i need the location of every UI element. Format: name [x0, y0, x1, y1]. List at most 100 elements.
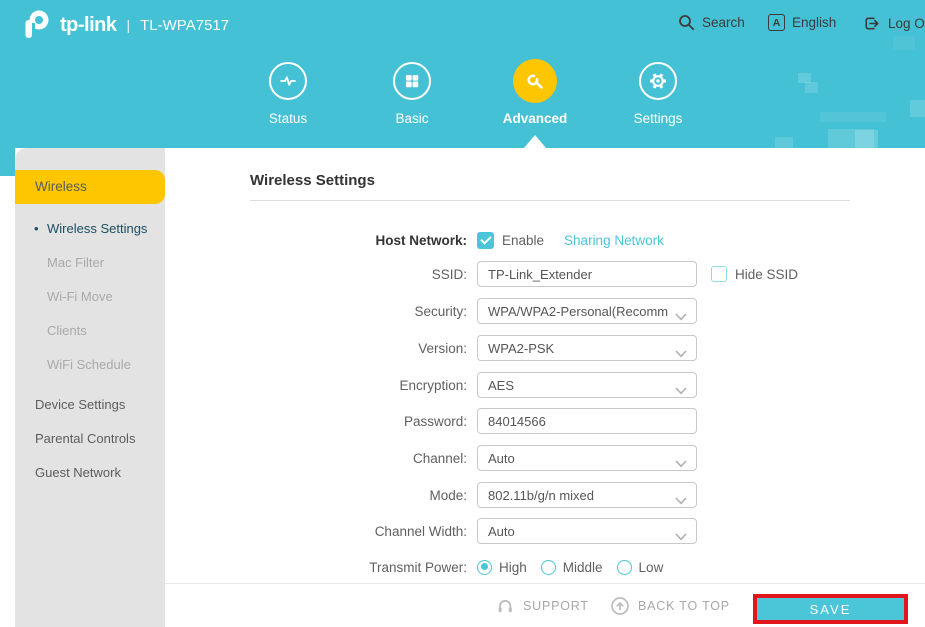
language-button[interactable]: A English	[768, 14, 836, 31]
enable-label: Enable	[502, 233, 544, 248]
chevron-down-icon	[675, 382, 687, 400]
footer-bar: SUPPORT BACK TO TOP SAVE	[165, 583, 925, 627]
channel-width-select[interactable]: Auto	[477, 518, 697, 544]
version-label: Version:	[165, 341, 467, 356]
transmit-power-middle-radio[interactable]	[541, 560, 556, 575]
ssid-row: SSID: Hide SSID	[165, 261, 798, 287]
deco-square	[820, 112, 886, 122]
deco-square	[893, 36, 915, 50]
sharing-network-link[interactable]: Sharing Network	[564, 233, 664, 248]
transmit-power-high-label: High	[499, 560, 527, 575]
encryption-select[interactable]: AES	[477, 372, 697, 398]
tab-settings-label: Settings	[598, 111, 718, 126]
tab-settings[interactable]: Settings	[598, 58, 718, 130]
logout-button[interactable]: Log Out	[862, 14, 925, 33]
brand-separator: |	[125, 17, 133, 33]
sidebar-item-clients[interactable]: Clients	[15, 314, 165, 348]
enable-checkbox[interactable]	[477, 232, 494, 249]
sidebar: Wireless Wireless Settings Mac Filter Wi…	[15, 148, 165, 627]
search-button[interactable]: Search	[678, 14, 745, 31]
security-select[interactable]: WPA/WPA2-Personal(Recomm	[477, 298, 697, 324]
password-input[interactable]	[477, 408, 697, 434]
version-row: Version: WPA2-PSK	[165, 335, 697, 361]
tab-advanced-label: Advanced	[475, 111, 595, 126]
sidebar-section-device-settings[interactable]: Device Settings	[15, 388, 165, 422]
back-to-top-button[interactable]: BACK TO TOP	[610, 584, 730, 627]
host-network-label: Host Network:	[165, 233, 467, 248]
transmit-power-middle-label: Middle	[563, 560, 603, 575]
chevron-down-icon	[675, 528, 687, 546]
gear-icon	[639, 62, 677, 100]
channel-width-row: Channel Width: Auto	[165, 518, 697, 544]
sidebar-item-mac-filter[interactable]: Mac Filter	[15, 246, 165, 280]
password-label: Password:	[165, 414, 467, 429]
language-icon: A	[768, 14, 785, 31]
headset-icon	[495, 596, 515, 616]
sidebar-item-wifi-move[interactable]: Wi-Fi Move	[15, 280, 165, 314]
language-label: English	[792, 15, 836, 30]
logout-icon	[862, 14, 881, 33]
chevron-down-icon	[675, 492, 687, 510]
hide-ssid-label: Hide SSID	[735, 267, 798, 282]
title-divider	[250, 200, 850, 201]
transmit-power-low-label: Low	[639, 560, 664, 575]
sidebar-item-wireless-settings[interactable]: Wireless Settings	[15, 212, 165, 246]
header-band-tail	[0, 148, 15, 176]
host-network-row: Host Network: Enable Sharing Network	[165, 227, 664, 253]
annotation-highlight: SAVE	[753, 594, 908, 624]
active-tab-pointer	[524, 135, 546, 148]
brand-logo: tp-link | TL-WPA7517	[18, 7, 229, 43]
main-content: Wireless Settings Host Network: Enable S…	[165, 148, 925, 583]
security-label: Security:	[165, 304, 467, 319]
password-row: Password:	[165, 408, 697, 434]
channel-row: Channel: Auto	[165, 445, 697, 471]
save-button[interactable]: SAVE	[757, 598, 904, 620]
mode-select[interactable]: 802.11b/g/n mixed	[477, 482, 697, 508]
tab-status-label: Status	[228, 111, 348, 126]
encryption-label: Encryption:	[165, 378, 467, 393]
deco-square	[910, 100, 925, 117]
sidebar-section-wireless[interactable]: Wireless	[15, 170, 165, 204]
sidebar-item-wifi-schedule[interactable]: WiFi Schedule	[15, 348, 165, 382]
search-icon	[678, 14, 695, 31]
version-select[interactable]: WPA2-PSK	[477, 335, 697, 361]
channel-label: Channel:	[165, 451, 467, 466]
back-to-top-label: BACK TO TOP	[638, 599, 730, 613]
brand-name: tp-link	[60, 14, 117, 37]
transmit-power-low-radio[interactable]	[617, 560, 632, 575]
wrench-icon	[513, 59, 557, 103]
transmit-power-label: Transmit Power:	[165, 560, 467, 575]
sidebar-section-guest-network[interactable]: Guest Network	[15, 456, 165, 490]
search-label: Search	[702, 15, 745, 30]
sidebar-section-parental-controls[interactable]: Parental Controls	[15, 422, 165, 456]
grid-icon	[393, 62, 431, 100]
tab-basic-label: Basic	[352, 111, 472, 126]
pulse-icon	[269, 62, 307, 100]
ssid-label: SSID:	[165, 267, 467, 282]
security-row: Security: WPA/WPA2-Personal(Recomm	[165, 298, 697, 324]
chevron-down-icon	[675, 308, 687, 326]
transmit-power-high-radio[interactable]	[477, 560, 492, 575]
tplink-admin-page: tp-link | TL-WPA7517 Search A English	[0, 0, 925, 627]
channel-select[interactable]: Auto	[477, 445, 697, 471]
channel-width-label: Channel Width:	[165, 524, 467, 539]
tab-advanced[interactable]: Advanced	[475, 58, 595, 130]
support-label: SUPPORT	[523, 599, 589, 613]
device-model: TL-WPA7517	[140, 17, 229, 34]
chevron-down-icon	[675, 345, 687, 363]
hide-ssid-checkbox[interactable]	[711, 266, 727, 282]
tab-status[interactable]: Status	[228, 58, 348, 130]
tab-basic[interactable]: Basic	[352, 58, 472, 130]
chevron-down-icon	[675, 455, 687, 473]
encryption-row: Encryption: AES	[165, 372, 697, 398]
mode-label: Mode:	[165, 488, 467, 503]
deco-square	[775, 137, 793, 148]
logout-label: Log Out	[888, 16, 925, 31]
support-button[interactable]: SUPPORT	[495, 584, 589, 627]
deco-square	[805, 82, 818, 93]
mode-row: Mode: 802.11b/g/n mixed	[165, 482, 697, 508]
ssid-input[interactable]	[477, 261, 697, 287]
deco-square	[855, 130, 878, 148]
tplink-logo-icon	[18, 7, 52, 43]
header-band: tp-link | TL-WPA7517 Search A English	[0, 0, 925, 148]
